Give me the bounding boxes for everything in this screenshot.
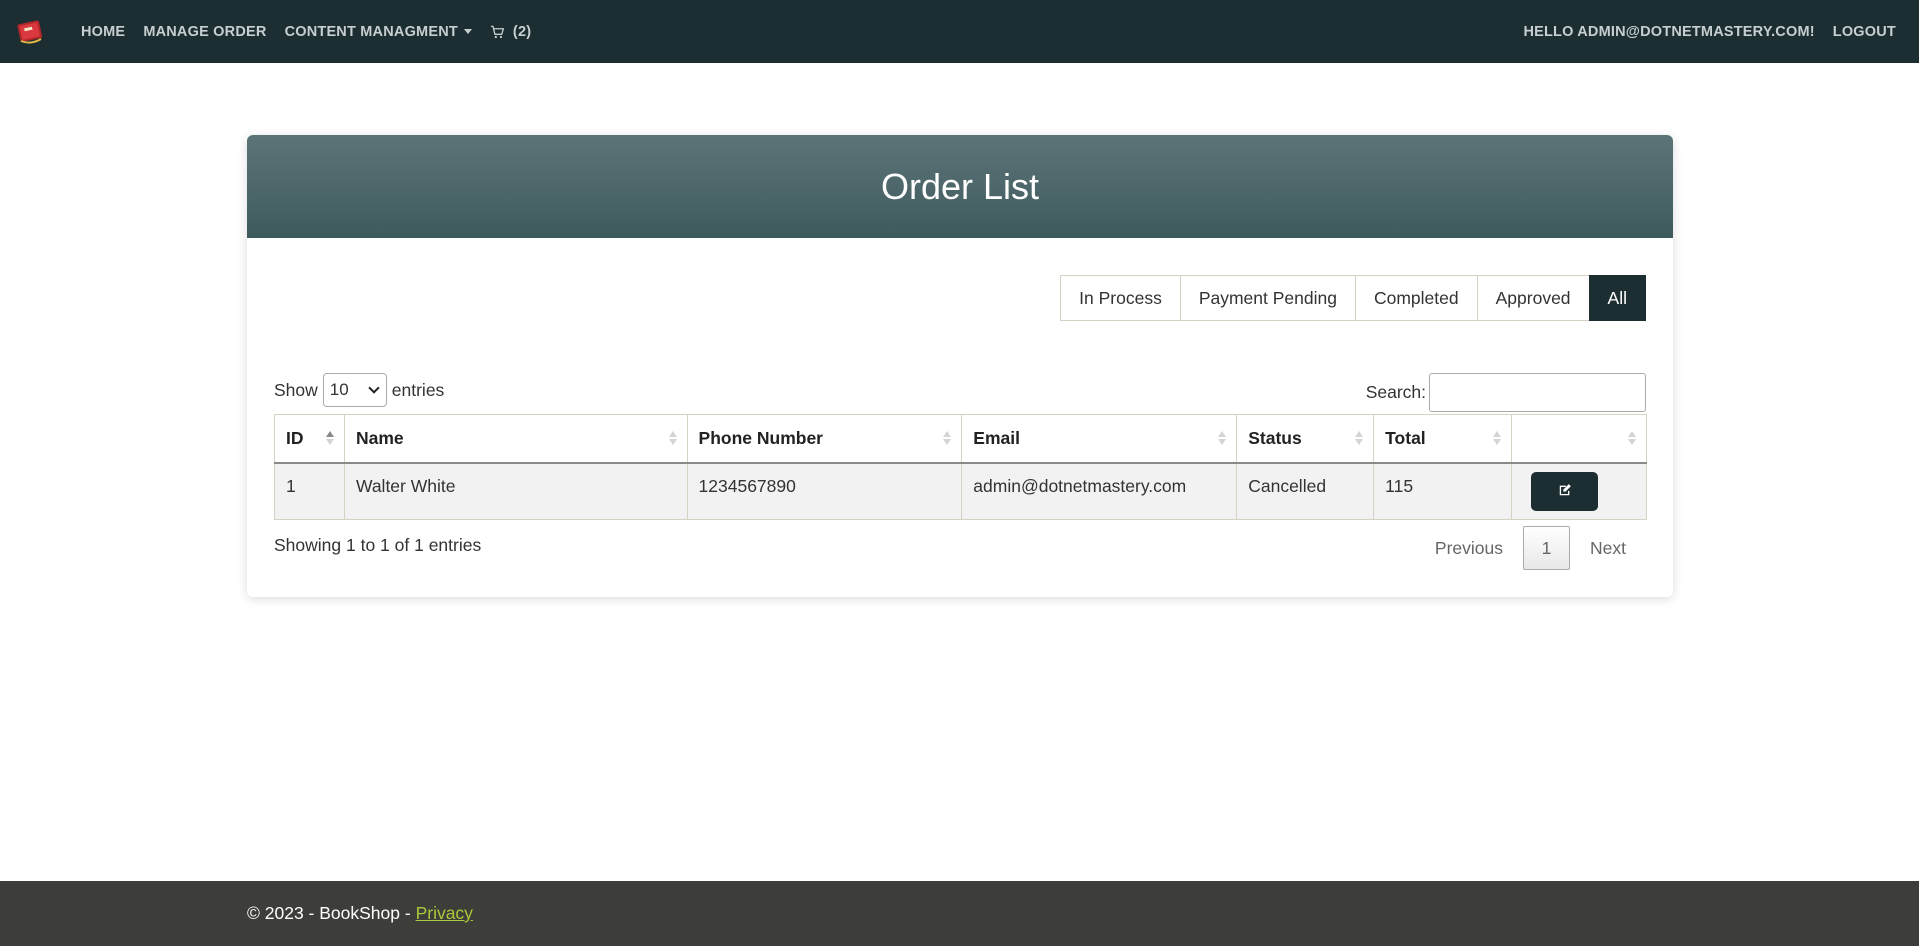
column-header-id[interactable]: ID (274, 414, 345, 464)
book-logo-icon[interactable] (14, 15, 48, 49)
sort-icon (1218, 431, 1227, 446)
edit-order-button[interactable] (1531, 471, 1599, 511)
chevron-down-icon (368, 382, 380, 394)
sort-asc-icon (325, 431, 334, 445)
page-length-value: 10 (329, 380, 349, 399)
page-title: Order List (880, 165, 1040, 207)
cart-count: (2) (512, 23, 532, 40)
sort-icon (1355, 431, 1364, 446)
edit-icon (1558, 481, 1572, 502)
page-length-select[interactable]: 10 (322, 373, 387, 407)
entries-label: entries (391, 379, 445, 400)
footer-copyright: © 2023 - BookShop - (247, 903, 411, 923)
page-length-control: Show 10 entries (274, 373, 444, 407)
filter-completed-button[interactable]: Completed (1354, 275, 1478, 321)
nav-user-greeting[interactable]: HELLO ADMIN@DOTNETMASTERY.COM! (1514, 24, 1823, 40)
search-input[interactable] (1429, 373, 1646, 412)
cell-total: 115 (1373, 462, 1513, 520)
sort-icon (1628, 431, 1636, 446)
cell-phone: 1234567890 (686, 462, 963, 520)
column-header-total[interactable]: Total (1373, 414, 1513, 464)
column-header-label: Phone Number (698, 427, 823, 448)
column-header-label: ID (286, 427, 304, 448)
filter-payment-pending-button[interactable]: Payment Pending (1179, 275, 1356, 321)
cell-actions (1511, 462, 1647, 520)
sort-icon (943, 431, 952, 446)
sort-icon (1493, 431, 1502, 446)
pagination-previous-button[interactable]: Previous (1415, 526, 1523, 570)
cell-name: Walter White (343, 462, 688, 520)
filter-in-process-button[interactable]: In Process (1060, 275, 1181, 321)
column-header-phone[interactable]: Phone Number (686, 414, 963, 464)
footer: © 2023 - BookShop - Privacy (0, 881, 1919, 946)
column-header-name[interactable]: Name (343, 414, 688, 464)
footer-privacy-link[interactable]: Privacy (416, 903, 473, 924)
cell-id: 1 (274, 462, 345, 520)
cell-email: admin@dotnetmastery.com (961, 462, 1238, 520)
nav-logout-link[interactable]: LOGOUT (1824, 24, 1905, 40)
sort-icon (668, 431, 677, 446)
table-row: 1 Walter White 1234567890 admin@dotnetma… (274, 462, 1647, 520)
table-search-control: Search: (1366, 373, 1646, 412)
order-list-card: Order List In Process Payment Pending Co… (247, 135, 1673, 597)
column-header-label: Name (355, 427, 404, 448)
nav-home-link[interactable]: HOME (72, 24, 134, 40)
pagination: Previous 1 Next (1415, 526, 1646, 570)
pagination-page-1[interactable]: 1 (1523, 526, 1571, 570)
filter-all-button[interactable]: All (1588, 275, 1646, 321)
nav-manage-order-link[interactable]: MANAGE ORDER (134, 24, 275, 40)
pagination-next-button[interactable]: Next (1570, 526, 1646, 570)
column-header-label: Email (973, 427, 1020, 448)
column-header-label: Status (1248, 427, 1302, 448)
filter-approved-button[interactable]: Approved (1476, 275, 1590, 321)
table-header-row: ID Name Phone Number Email Status Total (274, 414, 1647, 464)
cell-status: Cancelled (1236, 462, 1375, 520)
column-header-email[interactable]: Email (961, 414, 1238, 464)
nav-content-management-dropdown[interactable]: CONTENT MANAGMENT (276, 24, 481, 40)
table-info: Showing 1 to 1 of 1 entries (274, 535, 482, 555)
top-navbar: HOME MANAGE ORDER CONTENT MANAGMENT (2) … (0, 0, 1919, 63)
status-filter-group: In Process Payment Pending Completed App… (1060, 275, 1646, 321)
show-label: Show (274, 379, 318, 400)
orders-table: ID Name Phone Number Email Status Total … (274, 414, 1647, 520)
chevron-down-icon (463, 29, 472, 34)
cart-icon (490, 25, 505, 39)
nav-cart-link[interactable]: (2) (481, 24, 540, 40)
card-header: Order List (247, 135, 1673, 238)
search-label: Search: (1365, 382, 1426, 402)
column-header-actions[interactable] (1511, 414, 1647, 464)
column-header-status[interactable]: Status (1236, 414, 1375, 464)
nav-content-management-label: CONTENT MANAGMENT (284, 23, 458, 40)
column-header-label: Total (1385, 427, 1426, 448)
